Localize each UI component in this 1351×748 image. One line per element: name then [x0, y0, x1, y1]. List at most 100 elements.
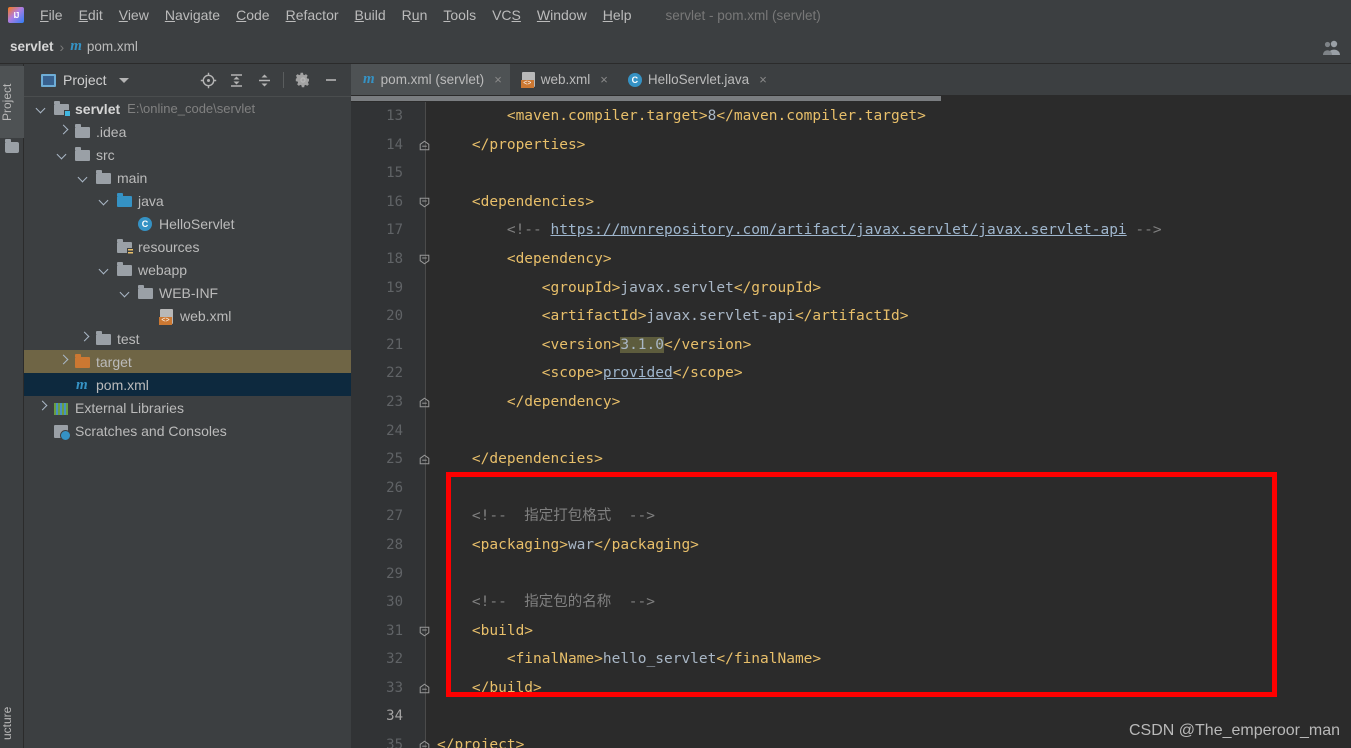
code-view[interactable]: 13 <maven.compiler.target>8</maven.compi…: [351, 102, 1351, 748]
tree-item-scratches-and-consoles[interactable]: Scratches and Consoles: [24, 419, 351, 442]
stripe-button-structure[interactable]: ucture: [0, 684, 24, 748]
chevron-open-icon[interactable]: [38, 104, 47, 113]
tree-item-main[interactable]: main: [24, 166, 351, 189]
menu-item-tools[interactable]: Tools: [435, 4, 484, 26]
code-line[interactable]: 14 </properties>: [351, 131, 1351, 160]
editor-tab-HelloServlet-java[interactable]: C HelloServlet.java ×: [616, 64, 775, 95]
editor-tab-pom-xml[interactable]: m pom.xml (servlet) ×: [351, 64, 510, 95]
code-line[interactable]: 13 <maven.compiler.target>8</maven.compi…: [351, 102, 1351, 131]
editor-tab-label: HelloServlet.java: [647, 72, 750, 87]
code-line[interactable]: 33 </build>: [351, 674, 1351, 703]
scratches-icon: [54, 423, 71, 441]
line-number: 19: [386, 279, 403, 296]
code-line[interactable]: 26: [351, 474, 1351, 503]
menu-item-navigate[interactable]: Navigate: [157, 4, 228, 26]
line-number: 31: [386, 622, 403, 639]
close-icon[interactable]: ×: [494, 72, 502, 87]
tree-item-web-xml[interactable]: web.xml: [24, 304, 351, 327]
code-line[interactable]: 30 <!-- 指定包的名称 -->: [351, 588, 1351, 617]
code-line[interactable]: 21 <version>3.1.0</version>: [351, 331, 1351, 360]
breadcrumb-file[interactable]: pom.xml: [87, 39, 138, 54]
tree-item--idea[interactable]: .idea: [24, 120, 351, 143]
code-line[interactable]: 32 <finalName>hello_servlet</finalName>: [351, 645, 1351, 674]
chevron-closed-icon[interactable]: [80, 334, 89, 343]
code-line[interactable]: 29: [351, 560, 1351, 589]
tree-item-target[interactable]: target: [24, 350, 351, 373]
tree-item-label: .idea: [96, 123, 127, 140]
menu-item-build[interactable]: Build: [347, 4, 394, 26]
close-icon[interactable]: ×: [600, 72, 608, 87]
tree-item-servlet[interactable]: servlet E:\online_code\servlet: [24, 97, 351, 120]
fold-end-icon[interactable]: [419, 454, 430, 465]
chevron-closed-icon[interactable]: [59, 357, 68, 366]
tree-item-label: target: [96, 353, 132, 370]
tree-item-webapp[interactable]: webapp: [24, 258, 351, 281]
code-line[interactable]: 17 <!-- https://mvnrepository.com/artifa…: [351, 216, 1351, 245]
menu-item-help[interactable]: Help: [595, 4, 640, 26]
fold-end-icon[interactable]: [419, 397, 430, 408]
menu-item-file[interactable]: File: [32, 4, 71, 26]
chevron-open-icon[interactable]: [59, 150, 68, 159]
code-line[interactable]: 24: [351, 417, 1351, 446]
fold-expanded-icon[interactable]: [419, 254, 430, 265]
expand-all-icon[interactable]: [222, 67, 250, 93]
chevron-open-icon[interactable]: [101, 196, 110, 205]
scrollbar-thumb[interactable]: [351, 96, 941, 101]
hide-panel-icon[interactable]: [317, 67, 345, 93]
collapse-all-icon[interactable]: [250, 67, 278, 93]
chevron-open-icon[interactable]: [101, 265, 110, 274]
locate-target-icon[interactable]: [194, 67, 222, 93]
editor-tab-web-xml[interactable]: web.xml ×: [510, 64, 616, 95]
line-number: 18: [386, 250, 403, 267]
code-line[interactable]: 22 <scope>provided</scope>: [351, 359, 1351, 388]
code-line[interactable]: 27 <!-- 指定打包格式 -->: [351, 502, 1351, 531]
project-tree[interactable]: servlet E:\online_code\servlet .idea src mai…: [24, 96, 351, 748]
tree-item-external-libraries[interactable]: External Libraries: [24, 396, 351, 419]
code-line[interactable]: 18 <dependency>: [351, 245, 1351, 274]
tree-item-resources[interactable]: resources: [24, 235, 351, 258]
tree-item-label: main: [117, 169, 148, 186]
tree-item-label: WEB-INF: [159, 284, 219, 301]
fold-expanded-icon[interactable]: [419, 626, 430, 637]
menu-item-vcs[interactable]: VCS: [484, 4, 529, 26]
code-text: <dependency>: [506, 250, 612, 267]
code-line[interactable]: 16 <dependencies>: [351, 188, 1351, 217]
chevron-open-icon[interactable]: [122, 288, 131, 297]
fold-expanded-icon[interactable]: [419, 197, 430, 208]
tree-item-web-inf[interactable]: WEB-INF: [24, 281, 351, 304]
menu-item-code[interactable]: Code: [228, 4, 277, 26]
tree-item-pom-xml[interactable]: m pom.xml: [24, 373, 351, 396]
tree-item-src[interactable]: src: [24, 143, 351, 166]
menu-item-run[interactable]: Run: [394, 4, 436, 26]
stripe-button-project[interactable]: Project: [0, 66, 24, 138]
tree-item-java[interactable]: java: [24, 189, 351, 212]
code-line[interactable]: 25 </dependencies>: [351, 445, 1351, 474]
fold-end-icon[interactable]: [419, 140, 430, 151]
tree-item-test[interactable]: test: [24, 327, 351, 350]
fold-end-icon[interactable]: [419, 740, 430, 748]
chevron-closed-icon[interactable]: [38, 403, 47, 412]
line-number: 25: [386, 451, 403, 468]
fold-end-icon[interactable]: [419, 683, 430, 694]
code-line[interactable]: 23 </dependency>: [351, 388, 1351, 417]
editor-tab-label: web.xml: [540, 72, 591, 87]
menu-item-window[interactable]: Window: [529, 4, 595, 26]
code-line[interactable]: 31 <build>: [351, 617, 1351, 646]
menu-item-edit[interactable]: Edit: [71, 4, 111, 26]
code-line[interactable]: 19 <groupId>javax.servlet</groupId>: [351, 274, 1351, 303]
chevron-open-icon[interactable]: [80, 173, 89, 182]
gear-icon[interactable]: [289, 67, 317, 93]
tree-item-helloservlet[interactable]: C HelloServlet: [24, 212, 351, 235]
code-line[interactable]: 15: [351, 159, 1351, 188]
close-icon[interactable]: ×: [759, 72, 767, 87]
chevron-closed-icon[interactable]: [59, 127, 68, 136]
chevron-down-icon[interactable]: [118, 77, 129, 83]
breadcrumb-project[interactable]: servlet: [10, 39, 54, 54]
people-icon[interactable]: [1323, 39, 1341, 55]
menu-item-refactor[interactable]: Refactor: [278, 4, 347, 26]
code-line[interactable]: 28 <packaging>war</packaging>: [351, 531, 1351, 560]
code-line[interactable]: 20 <artifactId>javax.servlet-api</artifa…: [351, 302, 1351, 331]
code-text: <finalName>hello_servlet</finalName>: [506, 651, 822, 668]
menu-item-view[interactable]: View: [111, 4, 157, 26]
editor-horizontal-scrollbar[interactable]: [351, 95, 1351, 102]
